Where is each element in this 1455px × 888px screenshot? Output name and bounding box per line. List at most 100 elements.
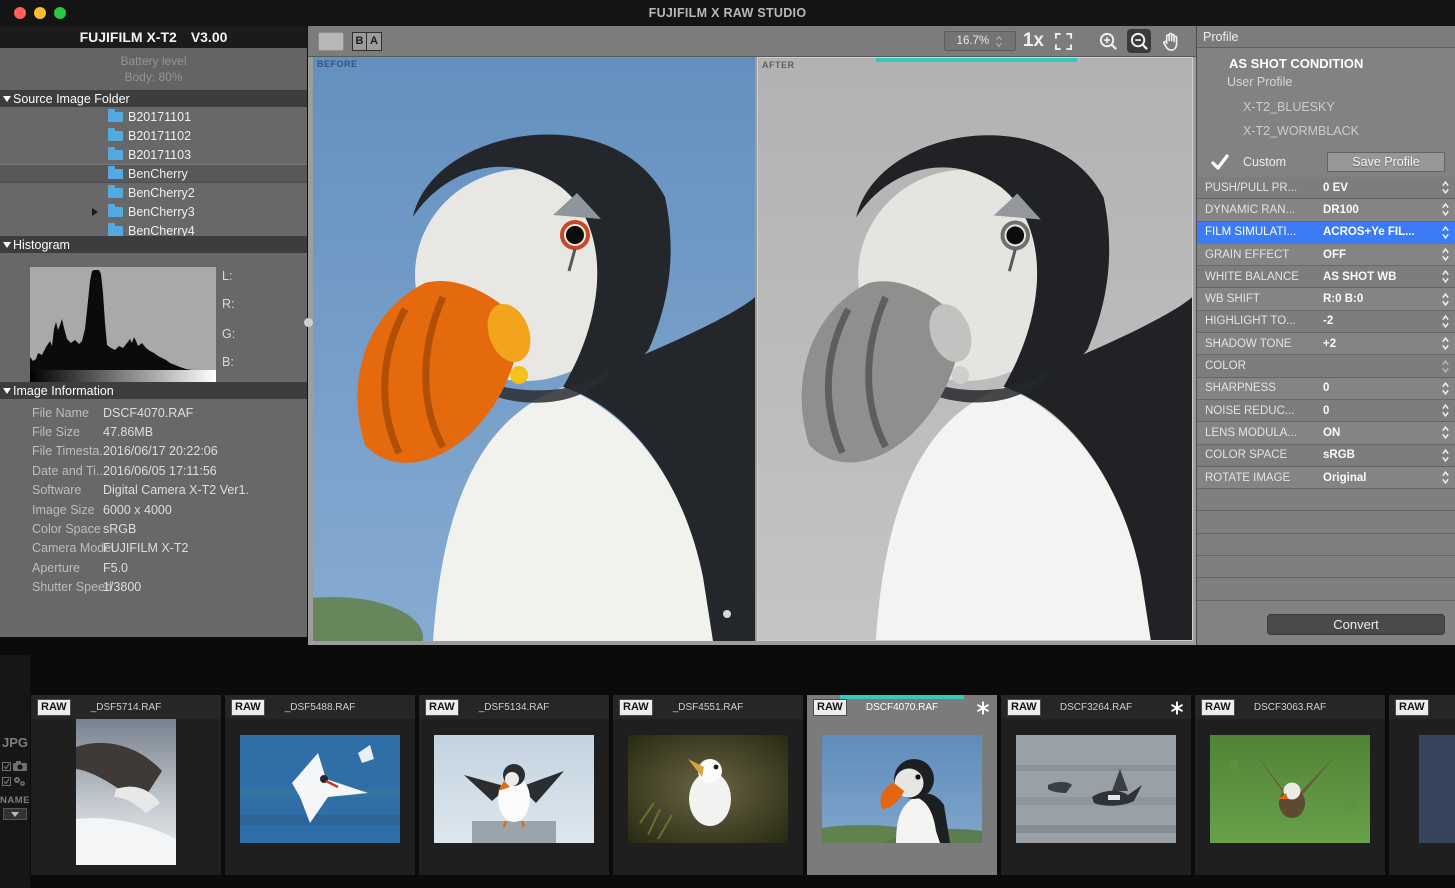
stepper-icon[interactable] <box>1441 470 1450 485</box>
thumbnail-image[interactable] <box>434 735 594 843</box>
param-label: SHADOW TONE <box>1197 338 1323 350</box>
after-image[interactable]: AFTER <box>757 57 1193 641</box>
before-after-toggle-button[interactable]: B A <box>352 32 382 51</box>
stepper-icon[interactable] <box>1441 403 1450 418</box>
stepper-icon[interactable] <box>1441 202 1450 217</box>
left-panel: FUJIFILM X-T2 V3.00 Battery level Body: … <box>0 26 308 637</box>
stepper-icon[interactable] <box>1441 292 1450 307</box>
fullscreen-button[interactable] <box>54 7 66 19</box>
param-row-noise-reduction[interactable]: NOISE REDUC... 0 <box>1197 400 1455 422</box>
section-header-image-info[interactable]: Image Information <box>0 382 307 399</box>
thumbnail-image[interactable] <box>822 735 982 843</box>
param-row-white-balance[interactable]: WHITE BALANCE AS SHOT WB <box>1197 266 1455 288</box>
param-row-wb-shift[interactable]: WB SHIFT R:0 B:0 <box>1197 288 1455 310</box>
thumbnail-cell[interactable]: RAW DSCF3063.RAF <box>1195 695 1385 875</box>
param-row-rotate-image[interactable]: ROTATE IMAGE Original <box>1197 467 1455 489</box>
info-value: 47.86MB <box>103 425 153 439</box>
folder-item[interactable]: B20171101 <box>0 107 307 126</box>
stepper-icon[interactable] <box>1441 425 1450 440</box>
param-label: LENS MODULA... <box>1197 427 1323 439</box>
thumbnail-image[interactable] <box>628 735 788 843</box>
custom-label: Custom <box>1243 155 1286 169</box>
hand-tool-button[interactable] <box>1158 29 1182 53</box>
param-row-sharpness[interactable]: SHARPNESS 0 <box>1197 378 1455 400</box>
folder-item[interactable]: B20171102 <box>0 126 307 145</box>
stepper-icon[interactable] <box>1441 269 1450 284</box>
zoom-out-button[interactable] <box>1127 29 1151 53</box>
traffic-lights <box>14 7 66 19</box>
histogram-header-label: Histogram <box>13 238 70 252</box>
stepper-icon[interactable] <box>1441 247 1450 262</box>
param-value: DR100 <box>1323 204 1359 216</box>
stepper-icon[interactable] <box>1441 359 1450 374</box>
param-row-grain-effect[interactable]: GRAIN EFFECT OFF <box>1197 244 1455 266</box>
thumbnail-cell[interactable]: RAW _DSF5714.RAF <box>31 695 221 875</box>
section-header-source-folder[interactable]: Source Image Folder <box>0 90 307 107</box>
info-value: 1/3800 <box>103 580 141 594</box>
preview-area: B A 16.7% 1x <box>308 26 1196 645</box>
panel-resize-handle[interactable] <box>304 318 313 327</box>
thumbnail-image[interactable] <box>76 719 176 865</box>
param-row-color[interactable]: COLOR <box>1197 355 1455 377</box>
folder-item[interactable]: BenCherry4 <box>0 221 307 236</box>
zoom-level-control[interactable]: 16.7% <box>944 31 1016 51</box>
param-value: 0 <box>1323 382 1329 394</box>
folder-icon <box>108 150 123 160</box>
section-header-histogram[interactable]: Histogram <box>0 236 307 253</box>
jpg-filter-label[interactable]: JPG <box>2 735 28 750</box>
as-shot-condition-item[interactable]: AS SHOT CONDITION <box>1229 56 1455 75</box>
thumbnail-cell[interactable]: RAW _DSF5488.RAF <box>225 695 415 875</box>
thumbnail-image[interactable] <box>240 735 400 843</box>
zoom-stepper-icon[interactable] <box>995 35 1003 48</box>
thumbnail-image[interactable] <box>1210 735 1370 843</box>
folder-item[interactable]: BenCherry3 <box>0 202 307 221</box>
zoom-in-button[interactable] <box>1096 29 1120 53</box>
after-toggle-icon[interactable]: A <box>367 32 382 51</box>
stepper-icon[interactable] <box>1441 180 1450 195</box>
stepper-icon[interactable] <box>1441 448 1450 463</box>
filmstrip: JPG NAME RAW _D <box>0 655 1455 888</box>
thumbnail-cell[interactable]: RAW _DSF4551.RAF <box>613 695 803 875</box>
thumbnail-cell[interactable]: RAW DSCF3264.RAF <box>1001 695 1191 875</box>
sort-direction-button[interactable] <box>3 808 27 820</box>
thumbnail-cell-selected[interactable]: RAW DSCF4070.RAF <box>807 695 997 875</box>
expand-arrow-icon[interactable] <box>92 208 98 216</box>
param-row-lens-modulation[interactable]: LENS MODULA... ON <box>1197 422 1455 444</box>
folder-item[interactable]: B20171103 <box>0 145 307 164</box>
minimize-button[interactable] <box>34 7 46 19</box>
check-gears-icon[interactable] <box>2 775 28 787</box>
folder-item[interactable]: BenCherry2 <box>0 183 307 202</box>
param-row-push-pull[interactable]: PUSH/PULL PR... 0 EV <box>1197 177 1455 199</box>
param-row-shadow-tone[interactable]: SHADOW TONE +2 <box>1197 333 1455 355</box>
save-profile-button[interactable]: Save Profile <box>1327 152 1445 172</box>
thumbnail-cell[interactable]: RAW D <box>1389 695 1455 875</box>
before-image[interactable]: BEFORE <box>313 57 755 641</box>
convert-button[interactable]: Convert <box>1267 614 1445 635</box>
stepper-icon[interactable] <box>1441 314 1450 329</box>
param-row-film-simulation[interactable]: FILM SIMULATI... ACROS+Ye FIL... <box>1197 222 1455 244</box>
stepper-icon[interactable] <box>1441 336 1450 351</box>
stepper-icon[interactable] <box>1441 225 1450 240</box>
param-row-highlight-tone[interactable]: HIGHLIGHT TO... -2 <box>1197 311 1455 333</box>
sort-by-name-label[interactable]: NAME <box>0 795 30 806</box>
single-view-button[interactable] <box>318 32 344 51</box>
user-profile-item[interactable]: X-T2_BLUESKY <box>1243 95 1455 119</box>
fit-screen-button[interactable] <box>1051 29 1075 53</box>
stepper-icon[interactable] <box>1441 381 1450 396</box>
split-resize-handle[interactable] <box>723 610 731 618</box>
check-camera-icon[interactable] <box>2 760 28 772</box>
user-profile-item[interactable]: X-T2_WORMBLACK <box>1243 119 1455 143</box>
thumbnail-image[interactable] <box>1016 735 1176 843</box>
thumbnail-cell[interactable]: RAW _DSF5134.RAF <box>419 695 609 875</box>
folder-item-selected[interactable]: BenCherry <box>0 164 307 183</box>
param-row-color-space[interactable]: COLOR SPACE sRGB <box>1197 445 1455 467</box>
thumbnail-image[interactable] <box>1419 735 1455 843</box>
custom-profile-row[interactable]: Custom Save Profile <box>1197 147 1455 177</box>
close-button[interactable] <box>14 7 26 19</box>
profile-panel-header: Profile <box>1197 26 1455 48</box>
param-row-dynamic-range[interactable]: DYNAMIC RAN... DR100 <box>1197 199 1455 221</box>
before-toggle-icon[interactable]: B <box>352 32 367 51</box>
firmware-version: V3.00 <box>191 29 228 45</box>
folder-name: B20171103 <box>128 148 191 162</box>
one-to-one-zoom-button[interactable]: 1x <box>1023 30 1044 52</box>
